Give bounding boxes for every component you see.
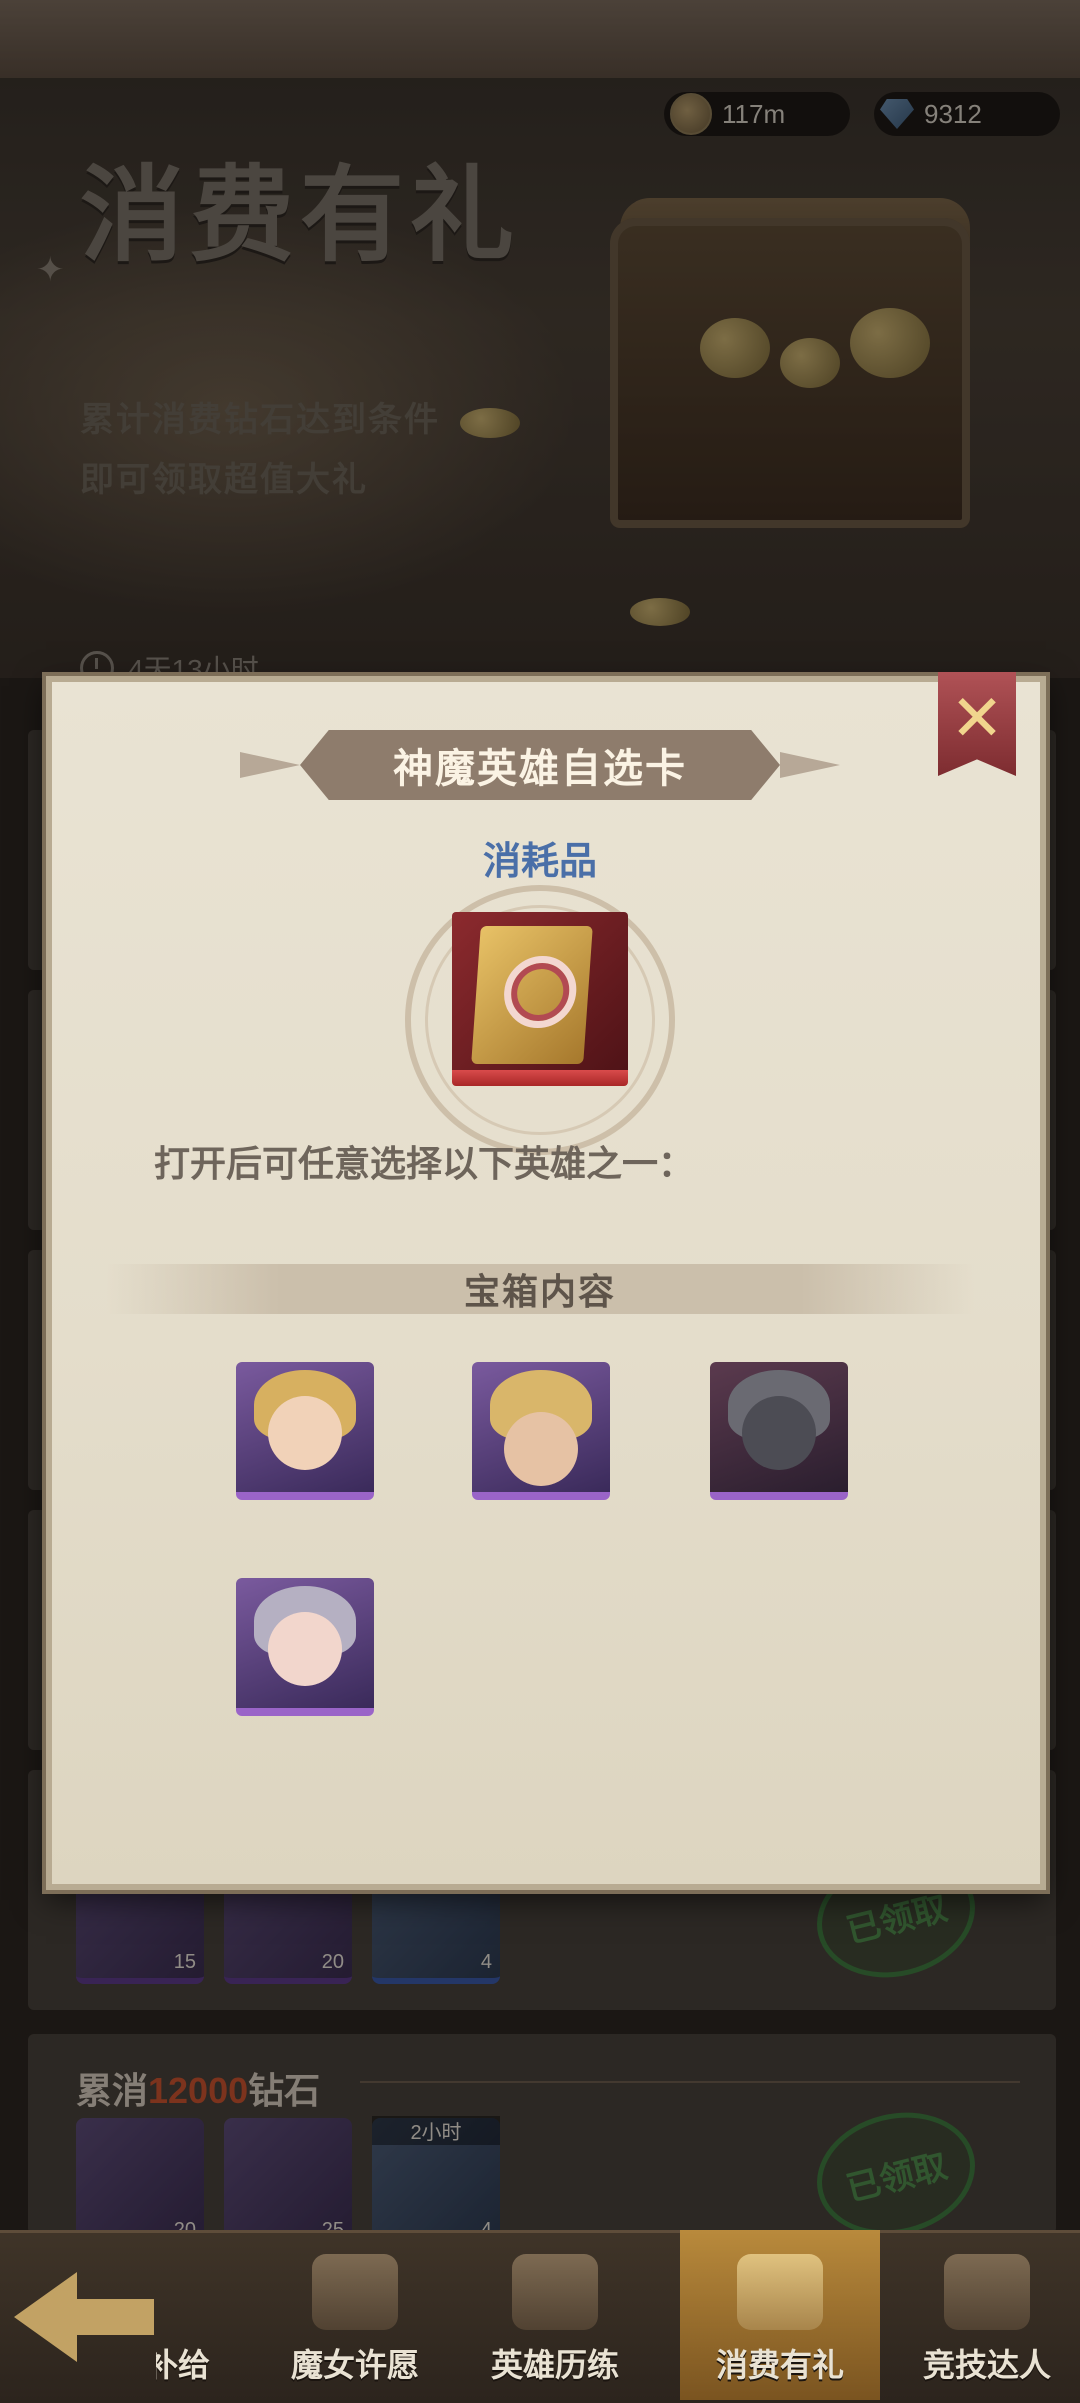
card-face <box>471 926 593 1064</box>
back-button[interactable] <box>14 2272 154 2362</box>
card-rarity-stripe <box>452 1070 628 1086</box>
item-type-label: 消耗品 <box>482 841 597 883</box>
nav-label: 补给 <box>156 2347 210 2383</box>
nav-label: 英雄历练 <box>490 2347 619 2383</box>
section-title: 宝箱内容 <box>463 1271 616 1312</box>
horned-sorceress-portrait[interactable] <box>236 1578 374 1716</box>
portrait-face <box>504 1412 578 1486</box>
nav-tab-hero-trial[interactable]: 英雄历练 <box>470 2230 640 2400</box>
nav-label: 竞技达人 <box>922 2347 1051 2383</box>
portrait-helmet <box>742 1396 816 1470</box>
item-description: 打开后可任意选择以下英雄之一： <box>154 1143 695 1184</box>
portrait-face <box>268 1396 342 1470</box>
golden-mage-portrait[interactable] <box>236 1362 374 1500</box>
portrait-face <box>268 1612 342 1686</box>
scroll-icon <box>512 2254 598 2330</box>
modal-title: 神魔英雄自选卡 <box>393 747 687 791</box>
nav-tab-supply[interactable]: 补给 <box>156 2230 240 2400</box>
swirl-emblem-icon <box>501 956 579 1028</box>
dark-armored-knight-portrait[interactable] <box>710 1362 848 1500</box>
nav-label: 魔女许愿 <box>290 2347 419 2383</box>
back-arrow-icon <box>14 2272 154 2362</box>
crossed-swords-icon <box>944 2254 1030 2330</box>
section-header: 宝箱内容 <box>106 1264 974 1314</box>
nav-tab-spend-reward[interactable]: 消费有礼 <box>680 2230 880 2400</box>
wish-icon <box>312 2254 398 2330</box>
hero-selection-card-icon <box>452 912 628 1082</box>
gift-box-icon <box>737 2254 823 2330</box>
nav-tab-witch-wish[interactable]: 魔女许愿 <box>270 2230 440 2400</box>
blonde-swordsman-portrait[interactable] <box>472 1362 610 1500</box>
nav-tab-arena-master[interactable]: 竞技达人 <box>894 2230 1080 2400</box>
nav-label: 消费有礼 <box>715 2347 844 2383</box>
modal-title-ribbon: 神魔英雄自选卡 <box>300 730 780 800</box>
close-x-icon: ✕ <box>950 682 1004 754</box>
